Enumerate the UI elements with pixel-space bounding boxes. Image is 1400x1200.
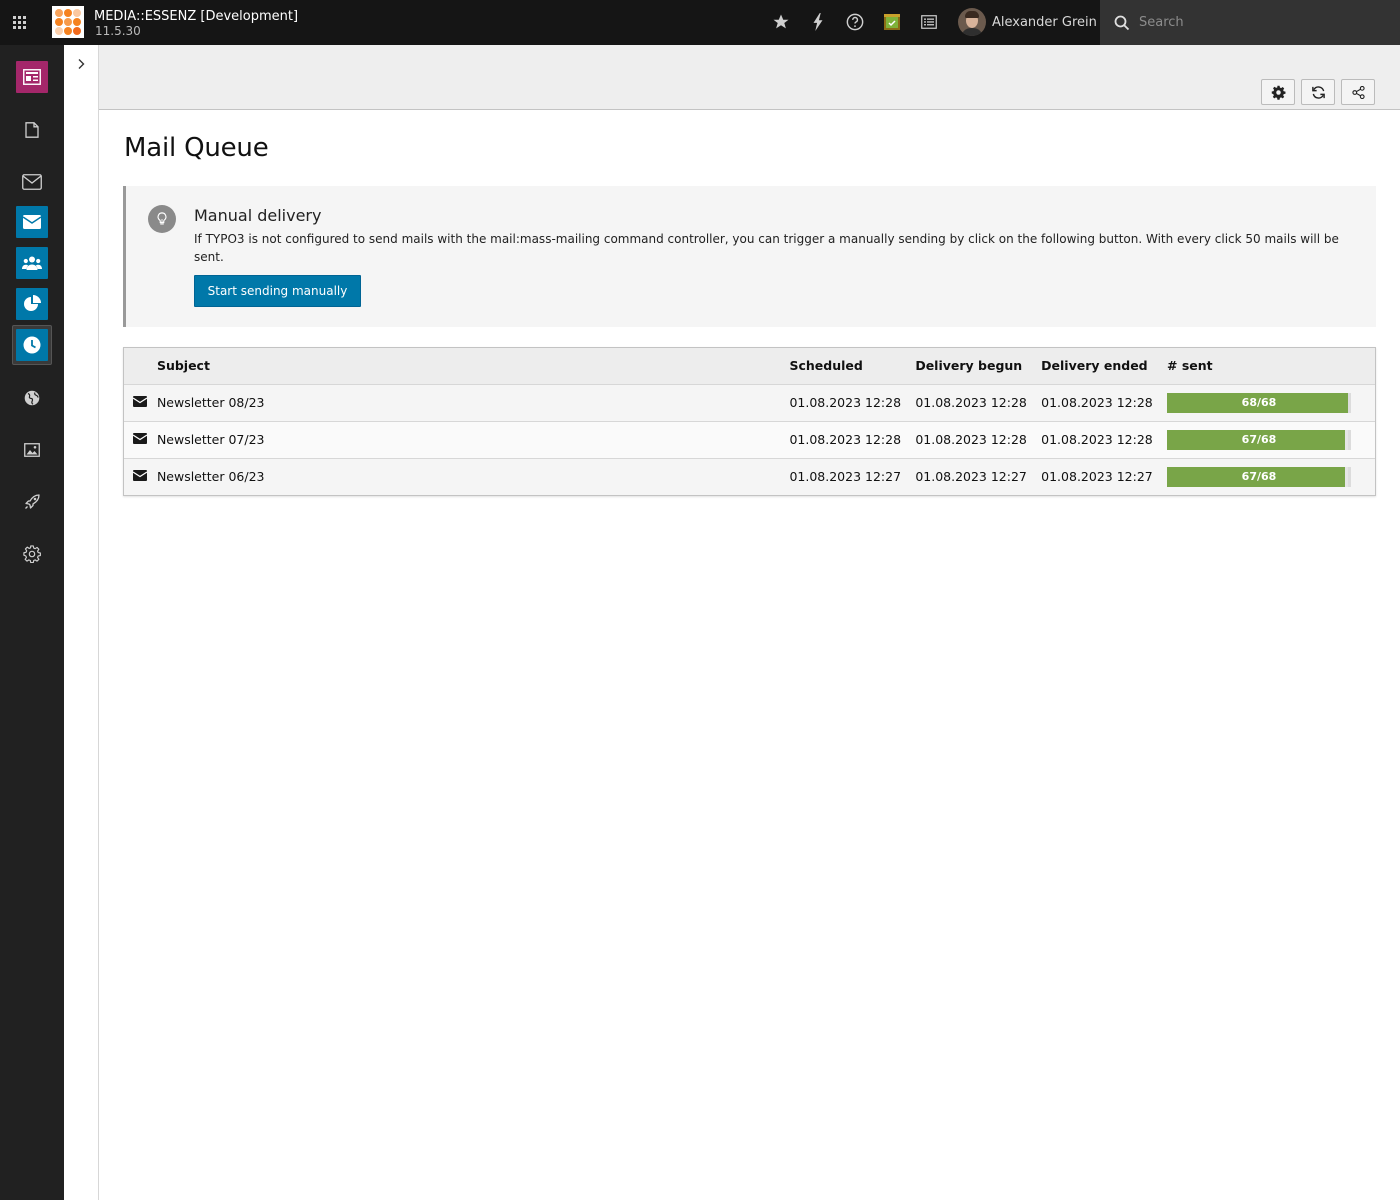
envelope-outline-icon: [22, 174, 42, 190]
navigation-toggle[interactable]: [72, 55, 90, 73]
table-row[interactable]: Newsletter 06/23 01.08.2023 12:27 01.08.…: [124, 458, 1375, 495]
module-queue[interactable]: [12, 325, 52, 365]
gear-icon: [23, 545, 41, 563]
chevron-right-icon: [78, 59, 85, 69]
callout-title: Manual delivery: [194, 206, 322, 225]
image-icon: [24, 443, 40, 457]
module-filelist[interactable]: [16, 434, 48, 466]
settings-button[interactable]: [1261, 79, 1295, 105]
site-version: 11.5.30: [95, 24, 141, 38]
module-sites[interactable]: [16, 382, 48, 414]
help-button[interactable]: [845, 12, 865, 32]
pie-chart-icon: [24, 295, 41, 311]
reload-button[interactable]: [1301, 79, 1335, 105]
callout-text: If TYPO3 is not configured to send mails…: [194, 232, 1339, 264]
users-icon: [22, 256, 42, 270]
system-info-icon: [884, 14, 900, 30]
star-icon: [773, 14, 789, 29]
sent-progress-bar: 67/68: [1167, 429, 1351, 450]
module-menu: [0, 45, 64, 1200]
row-delivery-ended: 01.08.2023 12:27: [1041, 458, 1167, 495]
gear-icon: [1271, 85, 1285, 100]
row-delivery-begun: 01.08.2023 12:27: [915, 458, 1042, 495]
row-subject: Newsletter 06/23: [156, 458, 790, 495]
table-header-row: Subject Scheduled Delivery begun Deliver…: [124, 348, 1375, 385]
table-row[interactable]: Newsletter 07/23 01.08.2023 12:28 01.08.…: [124, 421, 1375, 459]
module-mail[interactable]: [16, 166, 48, 198]
system-info-button[interactable]: [882, 12, 902, 32]
layout-icon: [23, 69, 41, 85]
module-extensions[interactable]: [16, 486, 48, 518]
page-icon: [25, 122, 39, 138]
progress-label: 67/68: [1241, 432, 1277, 446]
row-subject: Newsletter 07/23: [156, 421, 790, 459]
column-delivery-ended: Delivery ended: [1041, 348, 1167, 385]
mail-queue-table: Subject Scheduled Delivery begun Deliver…: [123, 347, 1376, 496]
share-button[interactable]: [1341, 79, 1375, 105]
envelope-icon: [23, 215, 41, 229]
start-sending-button[interactable]: Start sending manually: [194, 275, 361, 307]
envelope-icon: [133, 470, 148, 482]
topbar: MEDIA::ESSENZ [Development] 11.5.30 Alex…: [0, 0, 1400, 45]
module-mail-wizard[interactable]: [16, 206, 48, 238]
row-delivery-begun: 01.08.2023 12:28: [915, 384, 1042, 422]
globe-icon: [24, 390, 40, 406]
row-delivery-begun: 01.08.2023 12:28: [915, 421, 1042, 459]
help-icon: [846, 13, 864, 31]
site-name: MEDIA::ESSENZ [Development]: [94, 9, 299, 24]
clock-icon: [23, 336, 41, 354]
module-reports[interactable]: [16, 288, 48, 320]
user-name: Alexander Grein: [992, 14, 1097, 30]
column-scheduled: Scheduled: [789, 348, 916, 385]
page-title: Mail Queue: [124, 133, 269, 163]
avatar: [958, 8, 986, 36]
rocket-icon: [25, 494, 40, 509]
row-delivery-ended: 01.08.2023 12:28: [1041, 421, 1167, 459]
progress-label: 68/68: [1241, 395, 1277, 409]
docheader: [99, 45, 1400, 110]
bookmarks-button[interactable]: [771, 12, 791, 32]
module-settings[interactable]: [16, 538, 48, 570]
site-logo[interactable]: [52, 6, 84, 38]
column-subject: Subject: [156, 348, 790, 385]
column-delivery-begun: Delivery begun: [915, 348, 1042, 385]
sent-progress-bar: 68/68: [1167, 392, 1351, 413]
share-icon: [1351, 85, 1365, 99]
live-search: [1100, 0, 1400, 45]
manual-delivery-callout: Manual delivery If TYPO3 is not configur…: [123, 186, 1376, 327]
module-page[interactable]: [16, 114, 48, 146]
opendocs-button[interactable]: [919, 12, 939, 32]
row-scheduled: 01.08.2023 12:28: [789, 421, 916, 459]
envelope-icon: [133, 396, 148, 407]
row-delivery-ended: 01.08.2023 12:28: [1041, 384, 1167, 422]
module-web[interactable]: [16, 61, 48, 93]
module-menu-toggle[interactable]: [0, 0, 40, 45]
table-row[interactable]: Newsletter 08/23 01.08.2023 12:28 01.08.…: [124, 384, 1375, 422]
sent-progress-bar: 67/68: [1167, 466, 1351, 487]
module-recipients[interactable]: [16, 247, 48, 279]
progress-label: 67/68: [1241, 469, 1277, 483]
clear-cache-button[interactable]: [808, 12, 828, 32]
search-input[interactable]: [1139, 15, 1379, 30]
row-subject: Newsletter 08/23: [156, 384, 790, 422]
column-sent: # sent: [1167, 348, 1375, 385]
lightbulb-icon: [148, 205, 176, 233]
user-menu[interactable]: Alexander Grein: [958, 8, 1097, 36]
search-icon: [1114, 15, 1130, 30]
refresh-icon: [1311, 85, 1325, 99]
row-scheduled: 01.08.2023 12:27: [789, 458, 916, 495]
grid-icon: [13, 15, 26, 29]
navigation-container: [64, 45, 99, 1200]
lightning-icon: [813, 13, 823, 31]
list-icon: [921, 15, 937, 29]
envelope-icon: [133, 433, 148, 444]
row-scheduled: 01.08.2023 12:28: [789, 384, 916, 422]
